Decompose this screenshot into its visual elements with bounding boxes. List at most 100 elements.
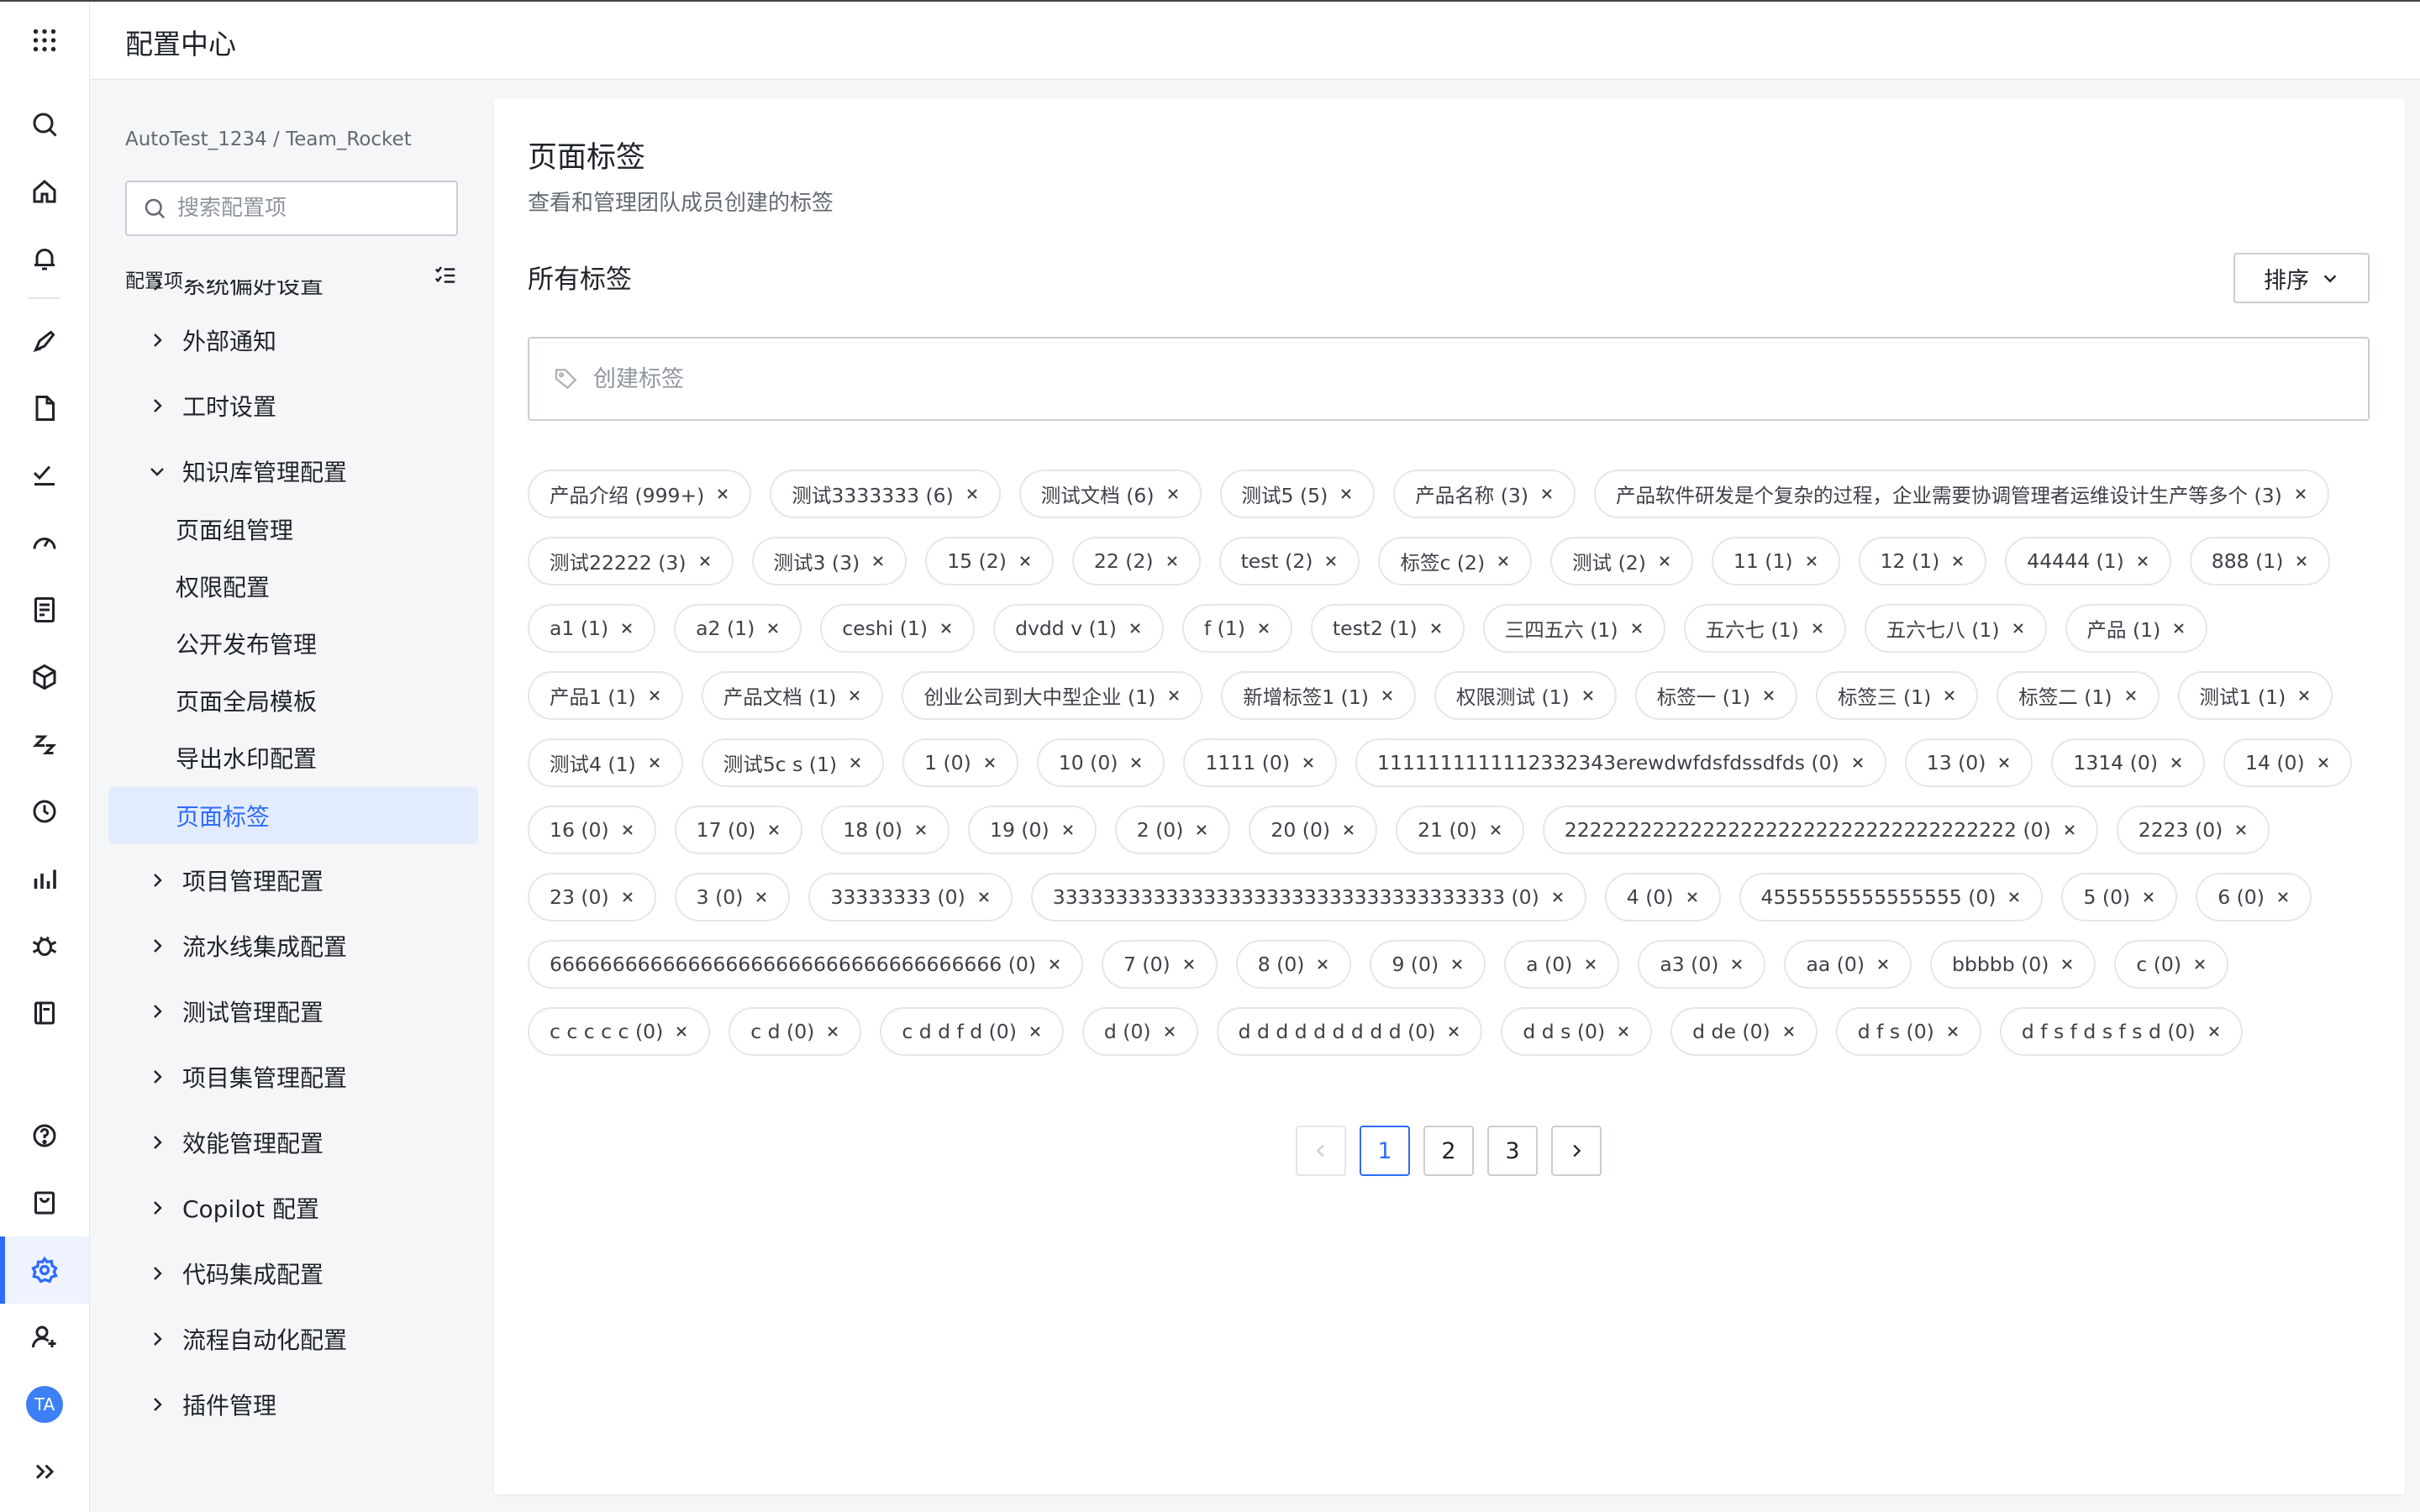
book-icon[interactable] xyxy=(0,979,89,1047)
tag-chip[interactable]: 17 (0) xyxy=(674,806,803,854)
notes-icon[interactable] xyxy=(0,576,89,643)
remove-tag-icon[interactable] xyxy=(1181,956,1197,973)
nav-item-page-group[interactable]: 页面组管理 xyxy=(108,501,478,557)
remove-tag-icon[interactable] xyxy=(846,687,863,704)
remove-tag-icon[interactable] xyxy=(1760,687,1777,704)
remove-tag-icon[interactable] xyxy=(1875,956,1891,973)
remove-tag-icon[interactable] xyxy=(1314,956,1331,973)
search-icon[interactable] xyxy=(0,91,89,158)
remove-tag-icon[interactable] xyxy=(847,754,864,771)
dashboard-gauge-icon[interactable] xyxy=(0,509,89,576)
remove-tag-icon[interactable] xyxy=(1549,889,1566,906)
clock-icon[interactable] xyxy=(0,778,89,845)
remove-tag-icon[interactable] xyxy=(765,620,781,637)
remove-tag-icon[interactable] xyxy=(1949,553,1966,570)
tag-chip[interactable]: 1314 (0) xyxy=(2051,738,2205,787)
tag-chip[interactable]: 产品 (1) xyxy=(2065,604,2208,653)
tag-chip[interactable]: 标签二 (1) xyxy=(1996,671,2160,720)
remove-tag-icon[interactable] xyxy=(2061,822,2078,838)
add-user-icon[interactable] xyxy=(0,1304,89,1371)
tag-chip[interactable]: 888 (1) xyxy=(2189,537,2331,585)
tag-chip[interactable]: d d d d d d d d d (0) xyxy=(1216,1007,1483,1056)
remove-tag-icon[interactable] xyxy=(714,486,731,502)
tag-chip[interactable]: ceshi (1) xyxy=(820,604,976,653)
tag-chip[interactable]: d de (0) xyxy=(1670,1007,1818,1056)
tag-chip[interactable]: 8 (0) xyxy=(1235,940,1352,989)
remove-tag-icon[interactable] xyxy=(2275,889,2291,906)
tag-chip[interactable]: 产品介绍 (999+) xyxy=(528,470,752,518)
tag-chip[interactable]: 新增标签1 (1) xyxy=(1221,671,1416,720)
page-button-3[interactable]: 3 xyxy=(1487,1126,1538,1176)
remove-tag-icon[interactable] xyxy=(1849,754,1866,771)
remove-tag-icon[interactable] xyxy=(697,553,713,570)
tag-chip[interactable]: c d d f d (0) xyxy=(880,1007,1064,1056)
tag-chip[interactable]: c c c c c (0) xyxy=(528,1007,711,1056)
sleep-icon[interactable] xyxy=(0,711,89,778)
tag-chip[interactable]: 产品1 (1) xyxy=(528,671,683,720)
remove-tag-icon[interactable] xyxy=(1487,822,1504,838)
remove-tag-icon[interactable] xyxy=(2191,956,2208,973)
tag-chip[interactable]: 测试文档 (6) xyxy=(1018,470,1202,518)
tag-chip[interactable]: d f s (0) xyxy=(1835,1007,1981,1056)
tag-chip[interactable]: 1111111111112332343erewdwfdsfdssdfds (0) xyxy=(1355,738,1886,787)
document-icon[interactable] xyxy=(0,375,89,442)
tag-chip[interactable]: a2 (1) xyxy=(674,604,802,653)
tag-chip[interactable]: 测试5c s (1) xyxy=(701,738,885,787)
remove-tag-icon[interactable] xyxy=(870,553,886,570)
tag-chip[interactable]: c d (0) xyxy=(729,1007,862,1056)
remove-tag-icon[interactable] xyxy=(2296,687,2312,704)
remove-tag-icon[interactable] xyxy=(1127,620,1144,637)
tag-chip[interactable]: test (2) xyxy=(1218,537,1360,585)
remove-tag-icon[interactable] xyxy=(964,486,981,502)
nav-item-page-tags[interactable]: 页面标签 xyxy=(108,787,478,844)
inbox-icon[interactable] xyxy=(0,1169,89,1236)
remove-tag-icon[interactable] xyxy=(2292,486,2309,502)
remove-tag-icon[interactable] xyxy=(1580,687,1597,704)
home-icon[interactable] xyxy=(0,158,89,225)
tag-chip[interactable]: 产品文档 (1) xyxy=(701,671,884,720)
remove-tag-icon[interactable] xyxy=(2206,1023,2223,1040)
tag-chip[interactable]: 19 (0) xyxy=(968,806,1097,854)
tag-chip[interactable]: 33333333 (0) xyxy=(808,873,1013,921)
remove-tag-icon[interactable] xyxy=(619,822,636,838)
nav-item-kb-config[interactable]: 知识库管理配置 xyxy=(108,444,478,499)
page-button-1[interactable]: 1 xyxy=(1360,1126,1410,1176)
tag-chip[interactable]: 16 (0) xyxy=(528,806,656,854)
remove-tag-icon[interactable] xyxy=(1338,486,1355,502)
sort-button[interactable]: 排序 xyxy=(2233,253,2370,303)
remove-tag-icon[interactable] xyxy=(2059,956,2075,973)
create-tag-box[interactable] xyxy=(528,337,2370,421)
nav-item-program-config[interactable]: 项目集管理配置 xyxy=(108,1049,478,1105)
tag-chip[interactable]: 18 (0) xyxy=(821,806,950,854)
nav-item-watermark[interactable]: 导出水印配置 xyxy=(108,730,478,785)
tag-chip[interactable]: 666666666666666666666666666666666666 (0) xyxy=(528,940,1084,989)
create-tag-input[interactable] xyxy=(592,365,2317,393)
remove-tag-icon[interactable] xyxy=(1165,687,1182,704)
bug-icon[interactable] xyxy=(0,912,89,979)
remove-tag-icon[interactable] xyxy=(1323,553,1339,570)
remove-tag-icon[interactable] xyxy=(765,822,782,838)
tag-chip[interactable]: 三四五六 (1) xyxy=(1482,604,1665,653)
tag-chip[interactable]: 测试22222 (3) xyxy=(528,537,734,585)
tag-chip[interactable]: 五六七 (1) xyxy=(1683,604,1846,653)
remove-tag-icon[interactable] xyxy=(673,1023,690,1040)
prev-page-button[interactable] xyxy=(1296,1126,1346,1176)
tag-chip[interactable]: a3 (0) xyxy=(1638,940,1766,989)
remove-tag-icon[interactable] xyxy=(1027,1023,1044,1040)
remove-tag-icon[interactable] xyxy=(1255,620,1272,637)
tag-chip[interactable]: 测试3333333 (6) xyxy=(770,470,1001,518)
nav-item-copilot-config[interactable]: Copilot 配置 xyxy=(108,1180,478,1236)
remove-tag-icon[interactable] xyxy=(1193,822,1210,838)
page-button-2[interactable]: 2 xyxy=(1423,1126,1474,1176)
tag-chip[interactable]: 5 (0) xyxy=(2061,873,2178,921)
tag-chip[interactable]: 21 (0) xyxy=(1396,806,1524,854)
tag-chip[interactable]: a (0) xyxy=(1504,940,1620,989)
tag-chip[interactable]: 6 (0) xyxy=(2196,873,2312,921)
nav-item-plugin-manage[interactable]: 插件管理 xyxy=(108,1377,478,1432)
nav-item-permissions[interactable]: 权限配置 xyxy=(108,559,478,614)
nav-item-pipeline-config[interactable]: 流水线集成配置 xyxy=(108,918,478,974)
remove-tag-icon[interactable] xyxy=(1656,553,1673,570)
tag-chip[interactable]: 11 (1) xyxy=(1711,537,1840,585)
analytics-icon[interactable] xyxy=(0,845,89,912)
remove-tag-icon[interactable] xyxy=(2134,553,2151,570)
